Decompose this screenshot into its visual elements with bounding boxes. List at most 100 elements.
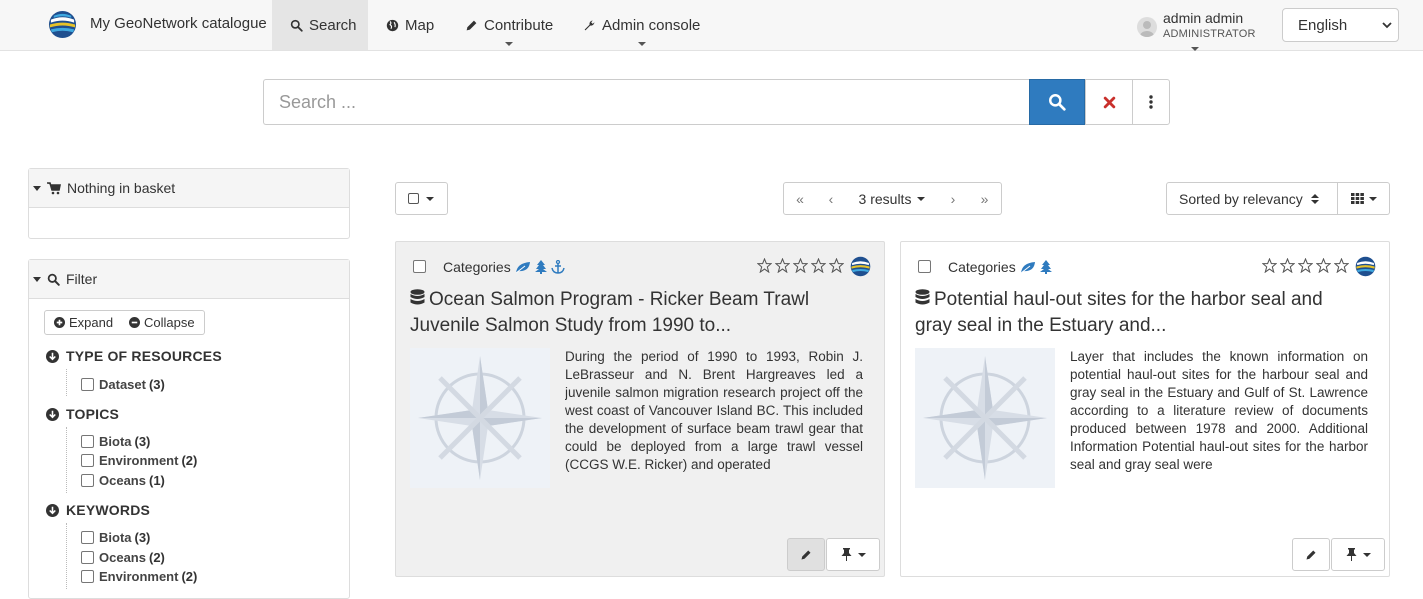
facet-checkbox[interactable] xyxy=(81,570,94,583)
star-icon[interactable] xyxy=(1316,258,1331,273)
nav-admin-console[interactable]: Admin console xyxy=(583,0,700,50)
facet-item-oceans[interactable]: Oceans (1) xyxy=(81,473,165,488)
facet-item-count: (3) xyxy=(148,377,165,392)
geonetwork-logo[interactable] xyxy=(48,10,77,39)
star-icon[interactable] xyxy=(757,258,772,273)
record-thumbnail[interactable] xyxy=(915,348,1055,488)
select-all-dropdown[interactable] xyxy=(395,182,448,215)
star-icon[interactable] xyxy=(775,258,790,273)
collapse-label: Collapse xyxy=(144,315,195,330)
star-icon[interactable] xyxy=(811,258,826,273)
categories-label: Categories xyxy=(443,259,511,275)
expand-label: Expand xyxy=(69,315,114,330)
caret-down-icon xyxy=(426,196,434,201)
last-page-button[interactable]: » xyxy=(968,182,1002,215)
facet-item-environment[interactable]: Environment (2) xyxy=(81,569,197,584)
results-count: 3 results xyxy=(858,190,912,207)
rating-stars[interactable] xyxy=(757,258,844,273)
search-icon xyxy=(290,19,303,32)
pin-record-dropdown[interactable] xyxy=(826,538,880,571)
first-page-button[interactable]: « xyxy=(783,182,817,215)
star-icon[interactable] xyxy=(1262,258,1277,273)
clear-search-button[interactable] xyxy=(1085,79,1133,125)
expand-button[interactable]: Expand xyxy=(44,310,124,335)
facet-item-environment[interactable]: Environment (2) xyxy=(81,453,197,468)
leaf-icon[interactable] xyxy=(1020,261,1036,274)
star-icon[interactable] xyxy=(1298,258,1313,273)
next-page-button[interactable]: › xyxy=(938,182,969,215)
facet-item-biota[interactable]: Biota (3) xyxy=(81,434,150,449)
search-button[interactable] xyxy=(1029,79,1085,125)
grid-icon xyxy=(1350,193,1364,204)
nav-search-label: Search xyxy=(309,16,357,34)
prev-page-icon: ‹ xyxy=(828,190,834,207)
facet-type-of-resources[interactable]: TYPE OF RESOURCES xyxy=(46,348,222,364)
facet-checkbox[interactable] xyxy=(81,454,94,467)
close-icon xyxy=(1103,96,1115,108)
record-title[interactable]: Ocean Salmon Program - Ricker Beam Trawl… xyxy=(410,287,850,339)
filter-header[interactable]: Filter xyxy=(29,260,349,299)
record-select-checkbox[interactable] xyxy=(918,260,931,273)
facet-item-count: (3) xyxy=(134,434,151,449)
record-card[interactable]: Categories Ocean Salmon Program - Ricker… xyxy=(395,241,885,577)
catalog-logo-icon[interactable] xyxy=(850,256,871,277)
catalog-logo-icon[interactable] xyxy=(1355,256,1376,277)
facet-item-label: Environment xyxy=(99,453,179,468)
record-select-checkbox[interactable] xyxy=(413,260,426,273)
results-count-dropdown[interactable]: 3 results xyxy=(846,182,939,215)
facet-item-oceans[interactable]: Oceans (2) xyxy=(81,550,165,565)
facet-topics[interactable]: TOPICS xyxy=(46,406,119,422)
leaf-icon[interactable] xyxy=(515,261,531,274)
facet-keywords[interactable]: KEYWORDS xyxy=(46,502,150,518)
edit-record-button[interactable] xyxy=(787,538,825,571)
chevron-down-icon xyxy=(1382,22,1392,29)
rating-stars[interactable] xyxy=(1262,258,1349,273)
facet-checkbox[interactable] xyxy=(81,474,94,487)
record-thumbnail[interactable] xyxy=(410,348,550,488)
collapse-button[interactable]: Collapse xyxy=(120,310,205,335)
facet-title: TYPE OF RESOURCES xyxy=(66,348,222,364)
star-icon[interactable] xyxy=(793,258,808,273)
nav-contribute[interactable]: Contribute xyxy=(465,0,553,50)
plus-circle-icon xyxy=(54,317,65,328)
compass-rose-icon xyxy=(418,356,542,480)
pencil-icon xyxy=(466,20,477,30)
star-icon[interactable] xyxy=(1334,258,1349,273)
facet-checkbox[interactable] xyxy=(81,531,94,544)
search-input[interactable]: Search ... xyxy=(263,79,1030,125)
checkbox-icon xyxy=(408,193,419,204)
database-icon xyxy=(915,289,930,305)
basket-header[interactable]: Nothing in basket xyxy=(29,169,349,208)
tree-icon[interactable] xyxy=(534,260,547,274)
brand-title[interactable]: My GeoNetwork catalogue xyxy=(90,15,267,32)
pencil-icon xyxy=(801,550,811,559)
record-card[interactable]: Categories Potential haul-out sites for … xyxy=(900,241,1390,577)
facet-item-biota[interactable]: Biota (3) xyxy=(81,530,150,545)
facet-item-label: Oceans xyxy=(99,550,146,565)
facet-checkbox[interactable] xyxy=(81,435,94,448)
anchor-icon[interactable] xyxy=(550,260,565,274)
nav-map[interactable]: Map xyxy=(386,0,434,50)
facet-item-count: (2) xyxy=(148,550,165,565)
view-mode-dropdown[interactable] xyxy=(1338,182,1390,215)
user-menu[interactable]: admin admin ADMINISTRATOR xyxy=(1137,8,1257,51)
sort-select[interactable]: Sorted by relevancy xyxy=(1166,182,1338,215)
user-role: ADMINISTRATOR xyxy=(1163,28,1256,40)
facet-checkbox[interactable] xyxy=(81,378,94,391)
facet-checkbox[interactable] xyxy=(81,551,94,564)
record-categories: Categories xyxy=(443,259,565,275)
prev-page-button[interactable]: ‹ xyxy=(816,182,847,215)
nav-search[interactable]: Search xyxy=(272,0,368,50)
star-icon[interactable] xyxy=(1280,258,1295,273)
language-select[interactable]: English xyxy=(1282,8,1399,42)
record-title[interactable]: Potential haul-out sites for the harbor … xyxy=(915,287,1355,339)
facet-title: TOPICS xyxy=(66,406,120,422)
pin-record-dropdown[interactable] xyxy=(1331,538,1385,571)
more-options-button[interactable] xyxy=(1132,79,1170,125)
star-icon[interactable] xyxy=(829,258,844,273)
facet-item-dataset[interactable]: Dataset (3) xyxy=(81,377,165,392)
edit-record-button[interactable] xyxy=(1292,538,1330,571)
tree-icon[interactable] xyxy=(1039,260,1052,274)
search-placeholder: Search ... xyxy=(279,91,357,112)
caret-down-icon xyxy=(1368,196,1377,201)
